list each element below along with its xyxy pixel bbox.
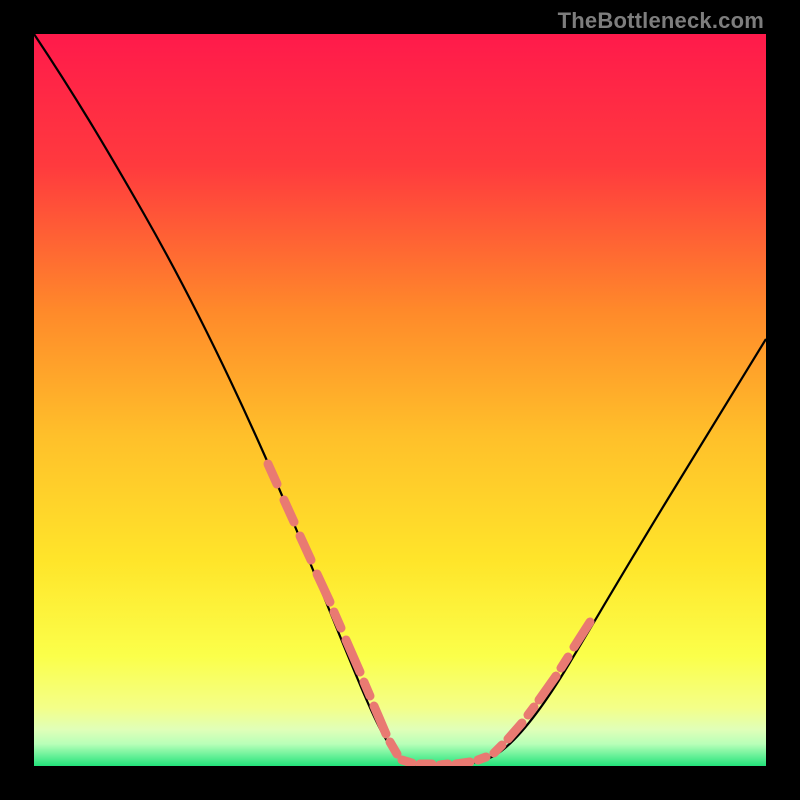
- markers-floor: [402, 757, 486, 765]
- watermark-text: TheBottleneck.com: [558, 8, 764, 34]
- markers-left: [268, 464, 397, 754]
- bottleneck-curve: [34, 34, 766, 765]
- markers-right: [494, 622, 590, 753]
- chart-curves: [34, 34, 766, 766]
- chart-frame: TheBottleneck.com: [0, 0, 800, 800]
- plot-area: [34, 34, 766, 766]
